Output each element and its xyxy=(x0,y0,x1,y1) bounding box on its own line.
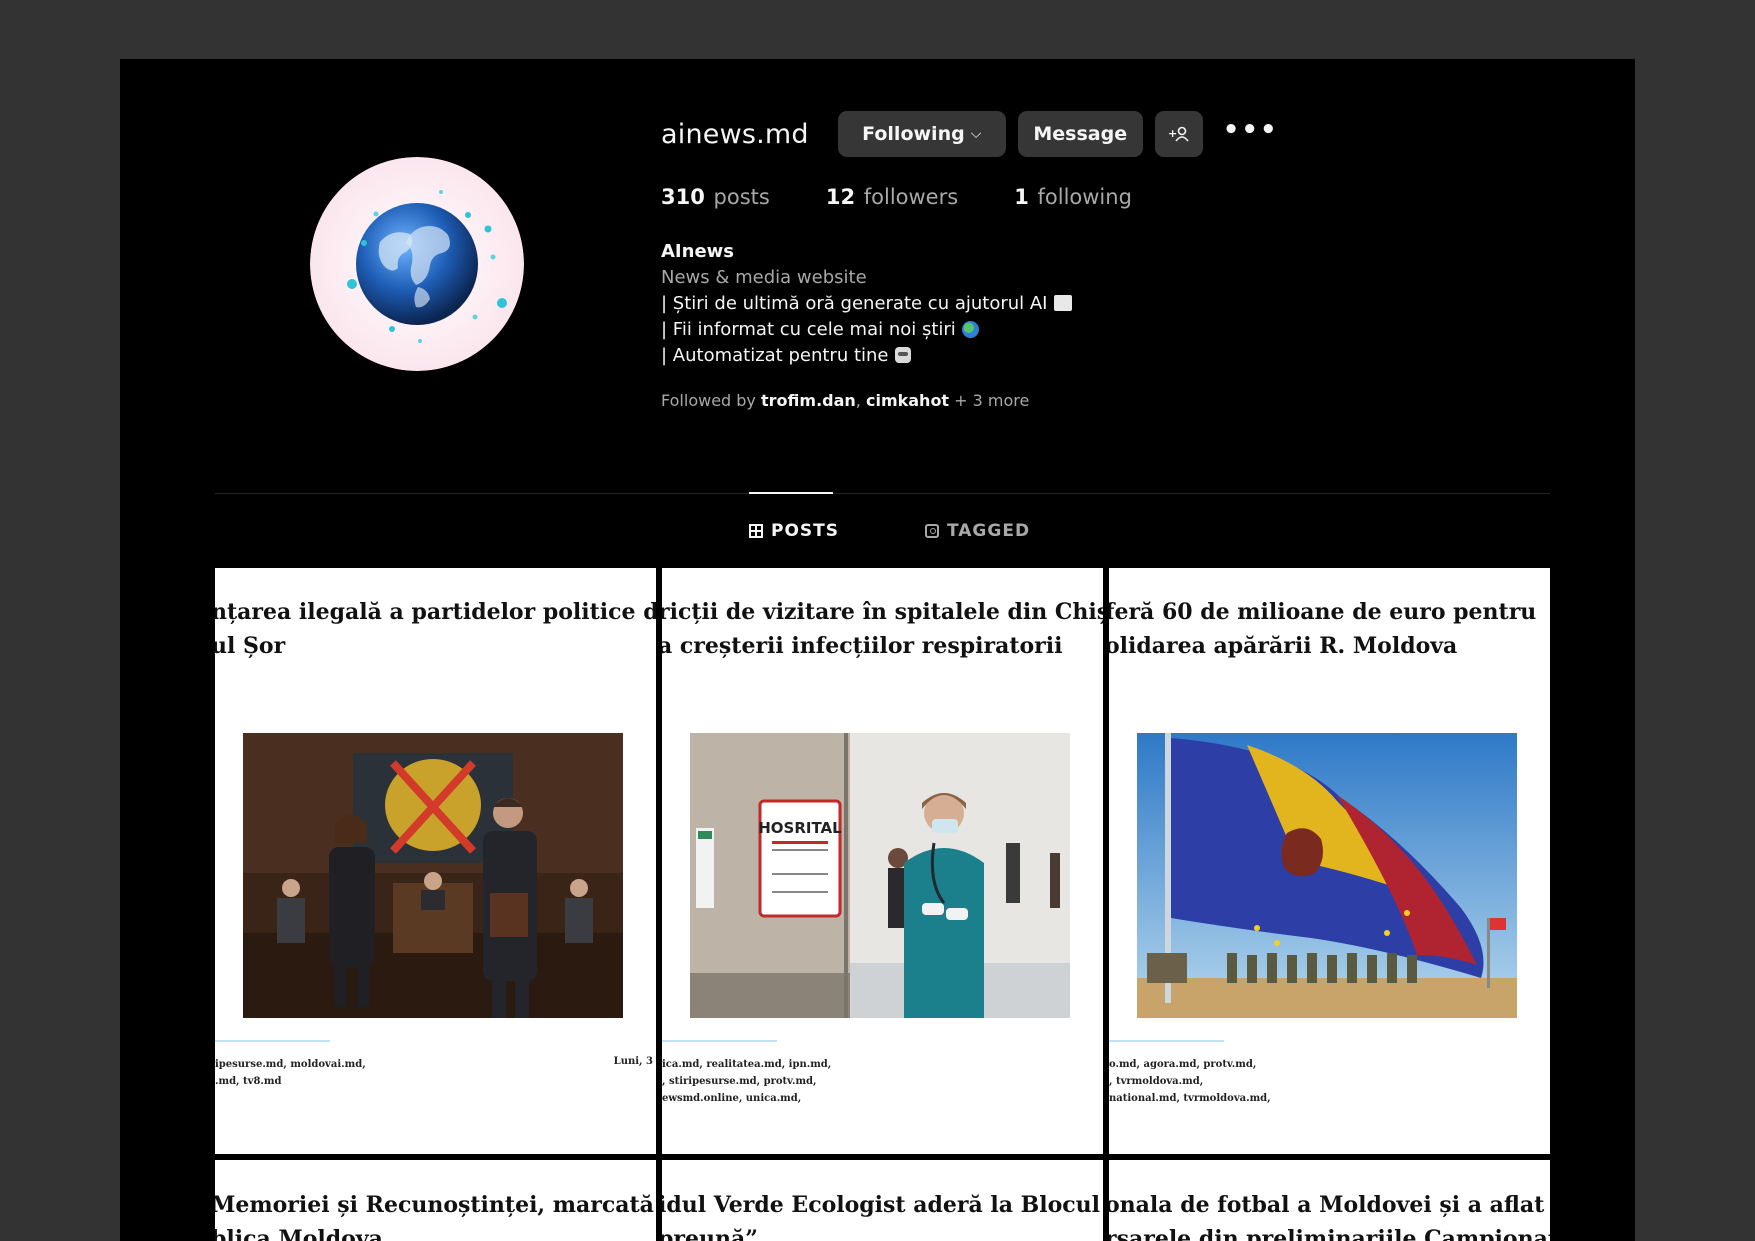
bio-line-1: | Știri de ultimă oră generate cu ajutor… xyxy=(661,293,1048,314)
active-tab-indicator xyxy=(749,492,833,494)
followers-stat[interactable]: 12 followers xyxy=(826,185,958,209)
followed-by[interactable]: Followed by trofim.dan, cimkahot + 3 mor… xyxy=(661,391,1279,410)
newspaper-icon xyxy=(1053,295,1072,311)
grid-icon xyxy=(749,524,763,538)
bio-line-2: | Fii informat cu cele mai noi știri xyxy=(661,319,956,340)
post-title-line: preună” xyxy=(662,1226,758,1241)
stats-row: 310 posts 12 followers 1 following xyxy=(661,185,1279,209)
post-title-line: feră 60 de milioane de euro pentru xyxy=(1109,599,1537,625)
username: ainews.md xyxy=(661,118,809,150)
post-tile[interactable]: onala de fotbal a Moldovei și a aflat rs… xyxy=(1109,1160,1550,1241)
chevron-down-icon: ⌵ xyxy=(970,126,982,142)
following-count: 1 xyxy=(1014,185,1029,209)
tag-icon xyxy=(925,524,939,538)
message-button[interactable]: Message xyxy=(1017,111,1143,157)
followers-label: followers xyxy=(863,185,959,209)
post-tile[interactable]: nțarea ilegală a partidelor politice de … xyxy=(215,568,656,1154)
post-title: idul Verde Ecologist aderă la Blocul pre… xyxy=(662,1188,1103,1241)
following-label: following xyxy=(1037,185,1132,209)
flag-photo xyxy=(1137,733,1517,1018)
followed-by-user[interactable]: cimkahot xyxy=(866,391,949,410)
tab-tagged-label: TAGGED xyxy=(947,521,1031,541)
post-title: onala de fotbal a Moldovei și a aflat rs… xyxy=(1109,1188,1550,1241)
bio-line: | Fii informat cu cele mai noi știri xyxy=(661,317,1279,343)
svg-text:+: + xyxy=(1168,127,1177,140)
followed-by-more: + 3 more xyxy=(954,391,1030,410)
followers-count: 12 xyxy=(825,185,856,209)
globe-icon xyxy=(961,321,979,338)
post-title: Memoriei și Recunoștinței, marcată în bl… xyxy=(215,1188,656,1241)
bio-line: | Automatizat pentru tine xyxy=(661,343,1279,369)
profile-tabs: POSTS TAGGED xyxy=(749,521,1030,541)
post-sources: ica.md, realitatea.md, ipn.md, , stiripe… xyxy=(662,1059,832,1104)
post-tile[interactable]: idul Verde Ecologist aderă la Blocul pre… xyxy=(662,1160,1103,1241)
post-title-line: ul Șor xyxy=(215,633,286,659)
post-title: nțarea ilegală a partidelor politice de … xyxy=(215,595,656,663)
post-title: feră 60 de milioane de euro pentru olida… xyxy=(1109,595,1550,663)
bio-line-3: | Automatizat pentru tine xyxy=(661,345,889,366)
more-options-icon[interactable]: ••• xyxy=(1223,117,1279,151)
following-stat[interactable]: 1 following xyxy=(1014,185,1132,209)
posts-stat: 310 posts xyxy=(661,185,770,209)
following-button[interactable]: Following ⌵ xyxy=(837,111,1006,157)
post-title-line: nțarea ilegală a partidelor politice de … xyxy=(215,599,656,625)
svg-text:HOSRITAL: HOSRITAL xyxy=(758,819,842,837)
bio-line: | Știri de ultimă oră generate cu ajutor… xyxy=(661,291,1279,317)
post-tile[interactable]: feră 60 de milioane de euro pentru olida… xyxy=(1109,568,1550,1154)
post-sources: ipesurse.md, moldovai.md, .md, tv8.md xyxy=(215,1059,366,1087)
post-title-line: a creșterii infecțiilor respiratorii xyxy=(662,633,1063,659)
post-title-line: idul Verde Ecologist aderă la Blocul xyxy=(662,1192,1101,1218)
followed-by-user[interactable]: trofim.dan xyxy=(761,391,856,410)
post-tile[interactable]: Memoriei și Recunoștinței, marcată în bl… xyxy=(215,1160,656,1241)
posts-label: posts xyxy=(713,185,770,209)
tab-posts[interactable]: POSTS xyxy=(749,521,839,541)
post-title-line: olidarea apărării R. Moldova xyxy=(1109,633,1458,659)
profile-page: ainews.md Following ⌵ Message + ••• 310 … xyxy=(120,59,1635,1241)
post-date: Luni, 3 martie 2 xyxy=(613,1056,656,1067)
post-title-line: onala de fotbal a Moldovei și a aflat xyxy=(1109,1192,1545,1218)
add-person-icon: + xyxy=(1168,126,1189,142)
post-title-line: rsarele din preliminariile Campionatului xyxy=(1109,1226,1550,1241)
post-accent-line xyxy=(662,1040,777,1042)
suggested-users-button[interactable]: + xyxy=(1154,111,1203,157)
bio: AInews News & media website | Știri de u… xyxy=(661,239,1279,369)
bio-category: News & media website xyxy=(661,267,867,288)
post-accent-line xyxy=(215,1040,330,1042)
followed-by-separator: , xyxy=(855,391,861,410)
tab-tagged[interactable]: TAGGED xyxy=(925,521,1030,541)
followed-by-prefix: Followed by xyxy=(661,391,756,410)
post-title-line: blica Moldova xyxy=(215,1226,383,1241)
posts-grid: nțarea ilegală a partidelor politice de … xyxy=(215,568,1550,1241)
post-title: ricții de vizitare în spitalele din Chiș… xyxy=(662,595,1103,663)
post-title-line: ricții de vizitare în spitalele din Chiș… xyxy=(662,599,1103,625)
courtroom-photo xyxy=(243,733,623,1018)
post-title-line: Memoriei și Recunoștinței, marcată în xyxy=(215,1192,656,1218)
hospital-photo: HOSRITAL xyxy=(690,733,1070,1018)
post-tile[interactable]: ricții de vizitare în spitalele din Chiș… xyxy=(662,568,1103,1154)
post-sources: o.md, agora.md, protv.md, , tvrmoldova.m… xyxy=(1109,1059,1271,1104)
name-row: ainews.md Following ⌵ Message + ••• xyxy=(661,111,1279,157)
tab-posts-label: POSTS xyxy=(771,521,839,541)
profile-info: ainews.md Following ⌵ Message + ••• 310 … xyxy=(661,111,1279,410)
bio-name: AInews xyxy=(661,241,734,262)
message-button-label: Message xyxy=(1033,123,1128,145)
posts-count: 310 xyxy=(661,185,705,209)
profile-avatar[interactable] xyxy=(310,157,524,371)
tabs-divider xyxy=(215,493,1550,494)
globe-logo xyxy=(310,157,524,371)
post-accent-line xyxy=(1109,1040,1224,1042)
robot-icon xyxy=(894,347,911,363)
following-button-label: Following xyxy=(862,123,965,145)
